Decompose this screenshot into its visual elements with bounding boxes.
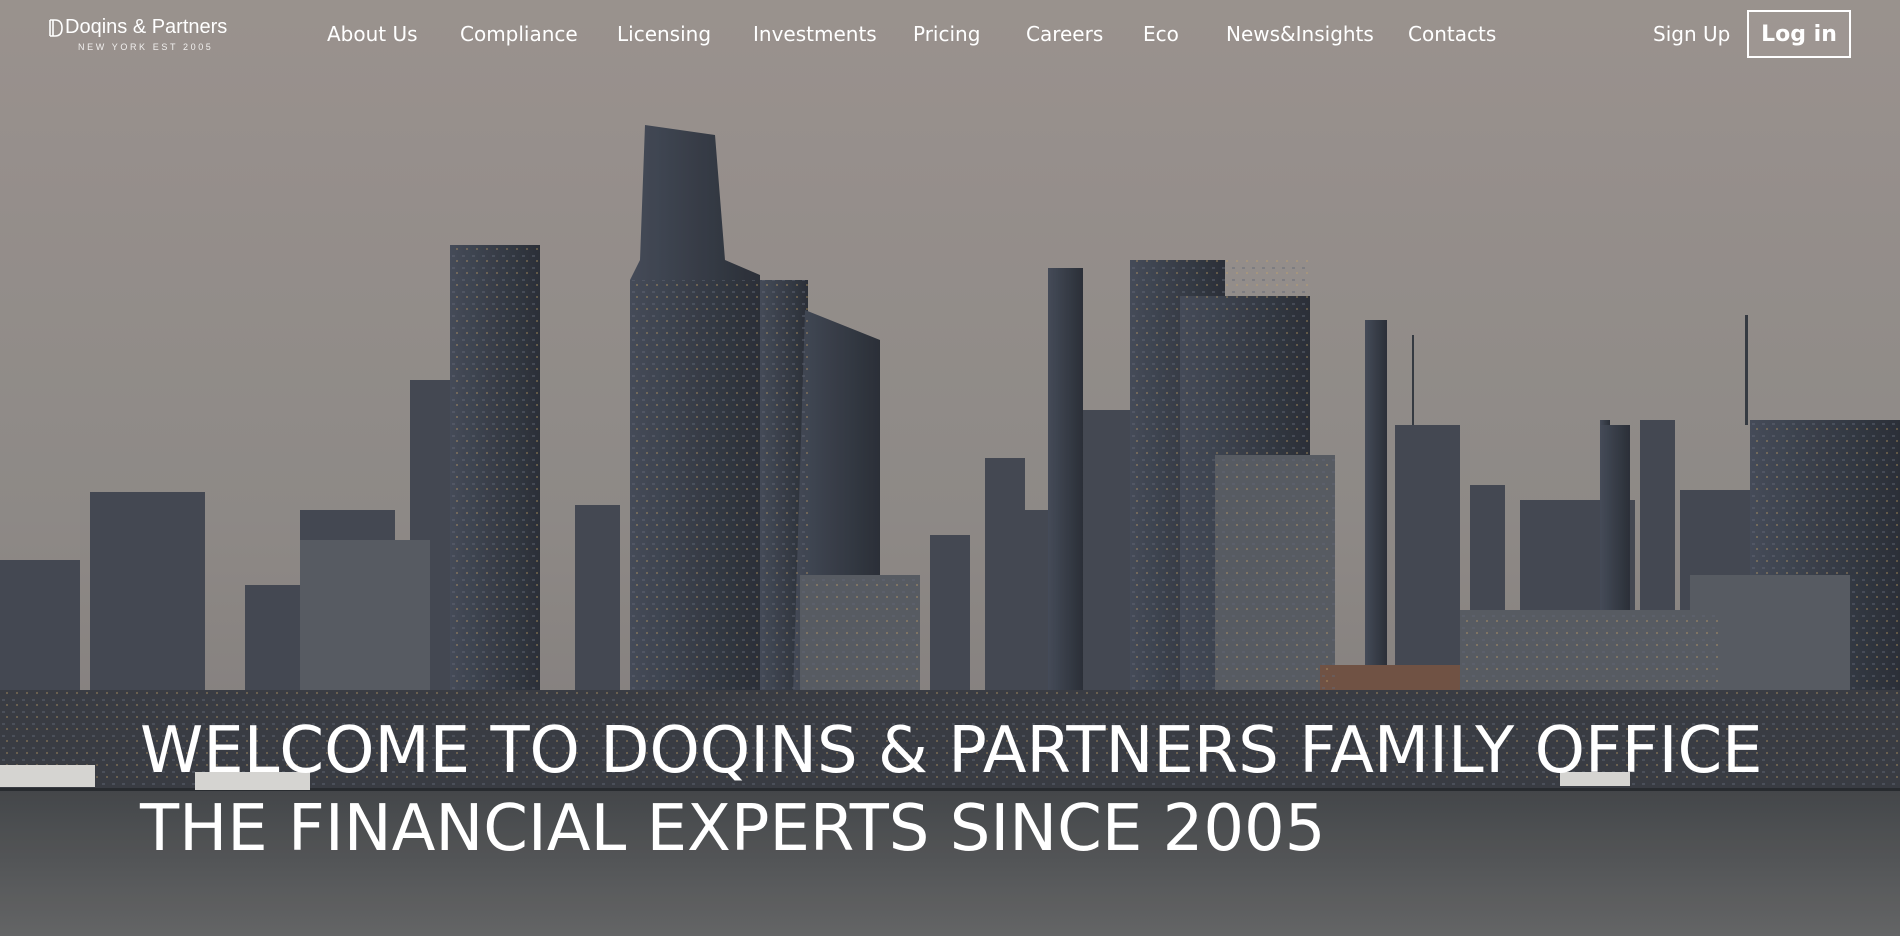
brand-tagline: NEW YORK EST 2005 xyxy=(78,42,214,52)
nav-link-pricing[interactable]: Pricing xyxy=(913,22,980,46)
logo-monogram-icon xyxy=(49,19,63,37)
nav-link-compliance[interactable]: Compliance xyxy=(460,22,578,46)
nav-link-careers[interactable]: Careers xyxy=(1026,22,1103,46)
hero-headline-line-2: THE FINANCIAL EXPERTS SINCE 2005 xyxy=(140,792,1326,866)
nav-link-eco[interactable]: Eco xyxy=(1143,22,1179,46)
log-in-button[interactable]: Log in xyxy=(1747,10,1851,58)
hero-headline: WELCOME TO DOQINS & PARTNERS FAMILY OFFI… xyxy=(140,712,1763,868)
top-navigation: Doqins & Partners NEW YORK EST 2005 Abou… xyxy=(0,0,1900,70)
nav-link-investments[interactable]: Investments xyxy=(753,22,877,46)
nav-link-contacts[interactable]: Contacts xyxy=(1408,22,1496,46)
brand-name: Doqins & Partners xyxy=(65,16,228,38)
hero-headline-line-1: WELCOME TO DOQINS & PARTNERS FAMILY OFFI… xyxy=(140,714,1763,788)
nav-link-licensing[interactable]: Licensing xyxy=(617,22,711,46)
nav-link-news-insights[interactable]: News&Insights xyxy=(1226,22,1374,46)
sign-up-link[interactable]: Sign Up xyxy=(1653,22,1730,46)
nav-link-about-us[interactable]: About Us xyxy=(327,22,418,46)
